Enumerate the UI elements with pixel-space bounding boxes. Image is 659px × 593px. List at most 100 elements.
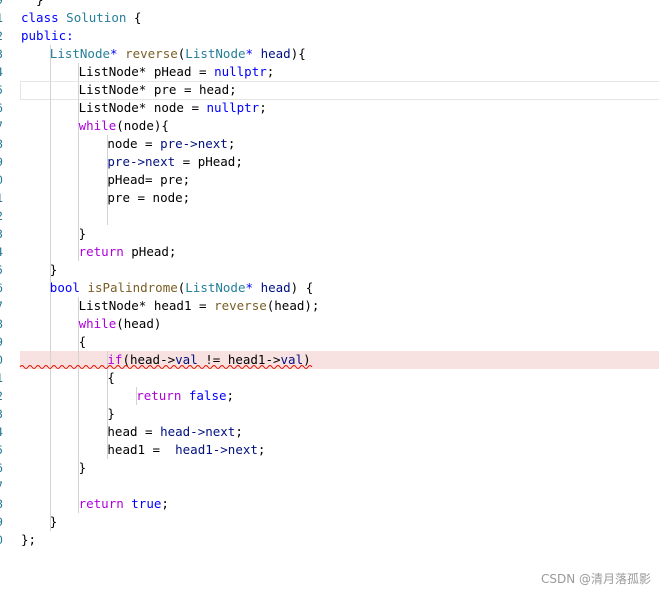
code-text: } — [79, 459, 87, 477]
code-area[interactable]: } — [20, 459, 659, 477]
code-text: ListNode* reverse(ListNode* head){ — [50, 45, 306, 63]
code-area[interactable]: head = head->next; — [20, 423, 659, 441]
code-line[interactable]: 7 while(node){ — [0, 117, 659, 135]
code-line[interactable]: 8 node = pre->next; — [0, 135, 659, 153]
code-area[interactable]: return false; — [20, 387, 659, 405]
code-line[interactable]: 4 ListNode* pHead = nullptr; — [0, 63, 659, 81]
code-editor[interactable]: 9 }1class Solution {2public:3ListNode* r… — [0, 0, 659, 549]
code-token: } — [49, 514, 58, 529]
code-area[interactable]: pHead= pre; — [20, 171, 659, 189]
code-area[interactable]: ListNode* pHead = nullptr; — [20, 63, 659, 81]
code-line[interactable]: 8 return true; — [0, 495, 659, 513]
code-line[interactable]: 3 ListNode* reverse(ListNode* head){ — [0, 45, 659, 63]
code-area[interactable]: ListNode* reverse(ListNode* head){ — [20, 45, 659, 63]
code-area[interactable]: while(node){ — [20, 117, 659, 135]
code-token: nullptr — [214, 64, 267, 79]
line-number: 2 — [0, 207, 10, 225]
code-area[interactable]: { — [20, 369, 659, 387]
code-area[interactable]: } — [20, 405, 659, 423]
code-area[interactable]: pre->next = pHead; — [20, 153, 659, 171]
code-token: while — [78, 118, 117, 133]
code-area[interactable]: bool isPalindrome(ListNode* head) { — [20, 279, 659, 297]
code-token: while — [78, 316, 117, 331]
code-token: bool — [49, 280, 80, 295]
indent-guide — [49, 405, 51, 423]
code-line[interactable]: 9} — [0, 513, 659, 531]
code-area[interactable]: } — [20, 261, 659, 279]
code-token: ; — [259, 100, 267, 115]
code-line[interactable]: 5} — [0, 261, 659, 279]
code-area[interactable]: ListNode* pre = head; — [20, 81, 659, 99]
code-line[interactable]: 4 head = head->next; — [0, 423, 659, 441]
code-token: head — [260, 46, 291, 61]
code-token: { — [107, 370, 115, 385]
code-area[interactable]: pre = node; — [20, 189, 659, 207]
code-token: Solution — [66, 10, 127, 25]
indent-guide — [49, 369, 51, 387]
code-line[interactable]: 6 bool isPalindrome(ListNode* head) { — [0, 279, 659, 297]
indent-guide — [49, 315, 51, 333]
code-token: nullptr — [206, 100, 260, 115]
code-line[interactable]: 1 class Solution { — [0, 9, 659, 27]
code-area[interactable]: ListNode* node = nullptr; — [20, 99, 659, 117]
code-area[interactable] — [20, 207, 659, 225]
code-area[interactable]: if(head->val != head1->val) — [19, 351, 659, 369]
code-line[interactable]: 1{ — [0, 369, 659, 387]
code-line[interactable]: 3} — [0, 225, 659, 243]
code-area[interactable]: } — [20, 0, 659, 9]
code-token: * — [110, 46, 126, 61]
code-line-current[interactable]: 5 ListNode* pre = head; — [0, 81, 659, 100]
code-text: { — [79, 333, 87, 351]
code-area[interactable]: ListNode* head1 = reverse(head); — [20, 297, 659, 315]
code-area[interactable]: } — [20, 225, 659, 243]
line-number: 0 — [0, 351, 10, 369]
code-token: (node){ — [116, 118, 169, 133]
indent-guide — [78, 423, 80, 441]
code-line[interactable]: 2 public: — [0, 27, 659, 45]
code-line[interactable]: 8 while(head) — [0, 315, 659, 333]
line-number: 2 — [0, 27, 10, 45]
code-line[interactable]: 9 pre->next = pHead; — [0, 153, 659, 171]
code-area[interactable]: class Solution { — [20, 9, 659, 27]
code-line[interactable]: 2 — [0, 207, 659, 225]
line-number: 9 — [0, 513, 10, 531]
indent-guide — [49, 225, 51, 243]
code-line[interactable]: 1 pre = node; — [0, 189, 659, 207]
line-number: 6 — [0, 99, 10, 117]
line-number: 9 — [0, 153, 10, 171]
code-line[interactable]: 5 head1 = head1->next; — [0, 441, 659, 459]
code-area[interactable]: node = pre->next; — [20, 135, 659, 153]
line-number: 5 — [0, 81, 10, 99]
code-area[interactable]: { — [20, 333, 659, 351]
code-line[interactable]: 6} — [0, 459, 659, 477]
code-area[interactable]: }; — [20, 531, 659, 549]
code-token: ; — [161, 496, 169, 511]
code-line[interactable]: 4 return pHead; — [0, 243, 659, 261]
indent-guide — [49, 99, 51, 117]
code-area[interactable]: return true; — [20, 495, 659, 513]
code-line[interactable]: 9 } — [0, 0, 659, 9]
code-line-error[interactable]: 0 if(head->val != head1->val) — [0, 351, 659, 369]
code-token: ){ — [290, 46, 306, 61]
code-line[interactable]: 7 ListNode* head1 = reverse(head); — [0, 297, 659, 315]
code-line[interactable]: 9{ — [0, 333, 659, 351]
code-line[interactable]: 6 ListNode* node = nullptr; — [0, 99, 659, 117]
code-area[interactable]: } — [20, 513, 659, 531]
code-token: true — [131, 496, 162, 511]
code-token: }; — [21, 532, 37, 547]
code-line[interactable]: 2 return false; — [0, 387, 659, 405]
code-line[interactable]: 3} — [0, 405, 659, 423]
code-line[interactable]: 7 — [0, 477, 659, 495]
code-text: return false; — [136, 387, 234, 405]
code-area[interactable]: while(head) — [20, 315, 659, 333]
code-token: (head); — [266, 298, 320, 313]
indent-guide — [78, 369, 80, 387]
code-area[interactable]: return pHead; — [20, 243, 659, 261]
code-line[interactable]: 0 pHead= pre; — [0, 171, 659, 189]
code-area[interactable]: head1 = head1->next; — [20, 441, 659, 459]
code-token: return — [136, 388, 182, 403]
code-area[interactable] — [20, 477, 659, 495]
code-area[interactable]: public: — [20, 27, 659, 45]
code-token: class — [21, 10, 59, 25]
code-line[interactable]: 0}; — [0, 531, 659, 549]
